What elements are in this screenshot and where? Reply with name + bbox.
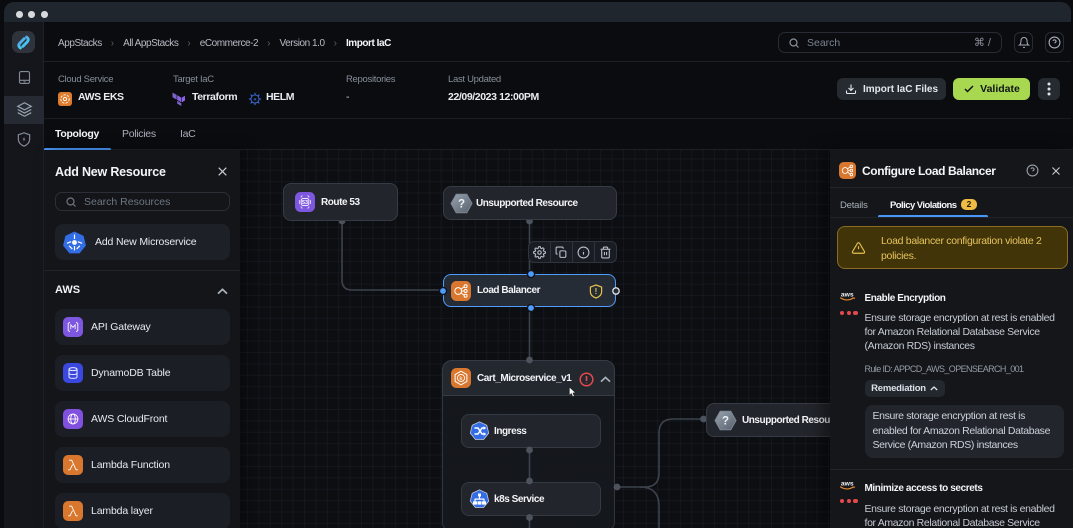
- svg-text:H: H: [254, 98, 257, 102]
- svg-text:aws: aws: [841, 291, 854, 298]
- svg-text:aws: aws: [841, 480, 854, 487]
